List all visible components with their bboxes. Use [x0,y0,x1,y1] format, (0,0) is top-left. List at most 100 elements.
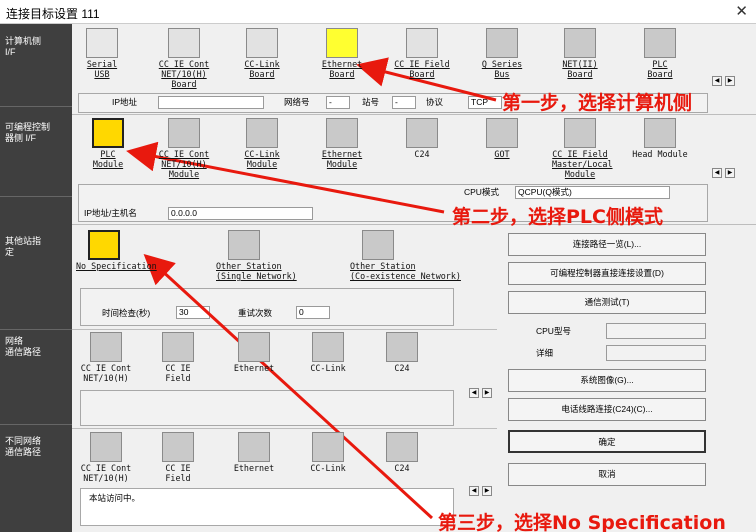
diff-cc-ie-field-option[interactable]: CC IE Field [150,432,206,483]
system-image-button[interactable]: 系统图像(G)... [508,369,706,392]
route-cc-ie-cont-option[interactable]: CC IE Cont NET/10(H) [78,332,134,383]
cc-link-icon [246,28,278,58]
cc-ie-cont-option[interactable]: CC IE Cont NET/10(H) Board [156,28,212,89]
route-c24-option[interactable]: C24 [374,332,430,373]
ip-host-field[interactable]: 0.0.0.0 [168,207,313,220]
route-panel [80,390,454,426]
cc-link-option[interactable]: CC-Link Board [234,28,290,79]
no-specification-icon [88,230,120,260]
ethernet-icon [326,28,358,58]
option-label: CC IE Field Board [394,59,450,79]
ethernet-module-icon [326,118,358,148]
option-label: Serial USB [86,59,118,79]
time-check-field[interactable]: 30 [176,306,210,319]
c24-option[interactable]: C24 [394,118,450,159]
ok-button[interactable]: 确定 [508,430,706,453]
head-module-option[interactable]: Head Module [632,118,688,159]
other-station-single-option[interactable]: Other Station (Single Network) [216,230,297,281]
got-option[interactable]: GOT [474,118,530,159]
diff-scroll-right-icon[interactable]: ▶ [482,486,492,496]
option-label: CC-Link Module [244,149,280,169]
route-list-button[interactable]: 连接路径一览(L)... [508,233,706,256]
diff-c24-option[interactable]: C24 [374,432,430,473]
protocol-label: 协议 [426,97,444,107]
cc-ie-field-option[interactable]: CC IE Field Board [394,28,450,79]
retry-field[interactable]: 0 [296,306,330,319]
network-no-label: 网络号 [284,97,310,107]
diff-cc-link-option[interactable]: CC-Link [300,432,356,473]
other-station-coexist-option[interactable]: Other Station (Co-existence Network) [350,230,461,281]
title-bar: 连接目标设置 111 ✕ [0,0,756,24]
head-module-icon [644,118,676,148]
status-text: 本站访问中。 [89,493,141,503]
ip-field[interactable] [158,96,264,109]
cc-ie-cont-module-option[interactable]: CC IE Cont NET/10(H) Module [156,118,212,179]
serial-usb-option[interactable]: Serial USB [74,28,130,79]
option-label: Ethernet [233,363,275,373]
protocol-field[interactable]: TCP [468,96,502,109]
option-label: PLC Board [647,59,673,79]
route-cc-link-option[interactable]: CC-Link [300,332,356,373]
net-ii-icon [564,28,596,58]
diff-ethernet-option[interactable]: Ethernet [226,432,282,473]
cpu-mode-field[interactable]: QCPU(Q模式) [515,186,670,199]
cc-ie-field-icon [406,28,438,58]
ethernet-module-option[interactable]: Ethernet Module [314,118,370,169]
route-scroll-left-icon[interactable]: ◀ [469,388,479,398]
cc-link-module-option[interactable]: CC-Link Module [234,118,290,169]
route-ethernet-option[interactable]: Ethernet [226,332,282,373]
cc-ie-cont-icon [168,28,200,58]
plc-scroll-right-icon[interactable]: ▶ [725,168,735,178]
plc-scroll-left-icon[interactable]: ◀ [712,168,722,178]
timeout-panel [80,288,454,326]
ethernet-option[interactable]: Ethernet Board [314,28,370,79]
option-label: Ethernet Module [321,149,363,169]
serial-usb-icon [86,28,118,58]
plc-module-option[interactable]: PLC Module [80,118,136,169]
option-label: PLC Module [92,149,124,169]
scroll-left-icon[interactable]: ◀ [712,76,722,86]
comm-test-button[interactable]: 通信测试(T) [508,291,706,314]
ip-host-label: IP地址/主机名 [84,208,137,218]
sidebar-network-route: 网络 通信路径 [5,336,42,357]
detail-label: 详细 [536,348,554,358]
option-label: Ethernet Board [321,59,363,79]
plc-board-icon [644,28,676,58]
close-icon[interactable]: ✕ [735,2,748,20]
route-cc-ie-field-option[interactable]: CC IE Field [150,332,206,383]
status-panel: 本站访问中。 [80,488,454,526]
option-label: Other Station (Single Network) [216,261,297,281]
cpu-type-field [606,323,706,339]
cancel-button[interactable]: 取消 [508,463,706,486]
scroll-right-icon[interactable]: ▶ [725,76,735,86]
net-ii-option[interactable]: NET(II) Board [552,28,608,79]
direct-connect-button[interactable]: 可编程控制器直接连接设置(D) [508,262,706,285]
option-label: GOT [494,149,510,159]
q-series-bus-icon [486,28,518,58]
route-scroll-right-icon[interactable]: ▶ [482,388,492,398]
option-label: CC IE Cont NET/10(H) [80,363,132,383]
diff-c24-icon [386,432,418,462]
diff-cc-ie-cont-option[interactable]: CC IE Cont NET/10(H) [78,432,134,483]
annotation-step3: 第三步，选择No Specification [438,512,726,532]
no-specification-option[interactable]: No Specification [76,230,157,271]
plc-board-option[interactable]: PLC Board [632,28,688,79]
phone-line-button[interactable]: 电话线路连接(C24)(C)... [508,398,706,421]
option-label: No Specification [76,261,157,271]
diff-cc-ie-field-icon [162,432,194,462]
retry-label: 重试次数 [238,308,273,318]
cc-ie-field-master-option[interactable]: CC IE Field Master/Local Module [552,118,613,179]
route-cc-ie-field-icon [162,332,194,362]
option-label: CC-Link [310,463,346,473]
q-series-bus-option[interactable]: Q Series Bus [474,28,530,79]
sidebar: 计算机侧 I/F 可编程控制 器侧 I/F 其他站指 定 网络 通信路径 不同网… [0,24,72,532]
plc-module-icon [92,118,124,148]
sidebar-plc-side: 可编程控制 器侧 I/F [5,122,51,143]
diff-scroll-left-icon[interactable]: ◀ [469,486,479,496]
option-label: CC IE Cont NET/10(H) [80,463,132,483]
diff-cc-ie-cont-icon [90,432,122,462]
network-no-field[interactable]: - [326,96,350,109]
station-no-field[interactable]: - [392,96,416,109]
option-label: C24 [394,363,410,373]
sidebar-other-station: 其他站指 定 [5,236,42,257]
